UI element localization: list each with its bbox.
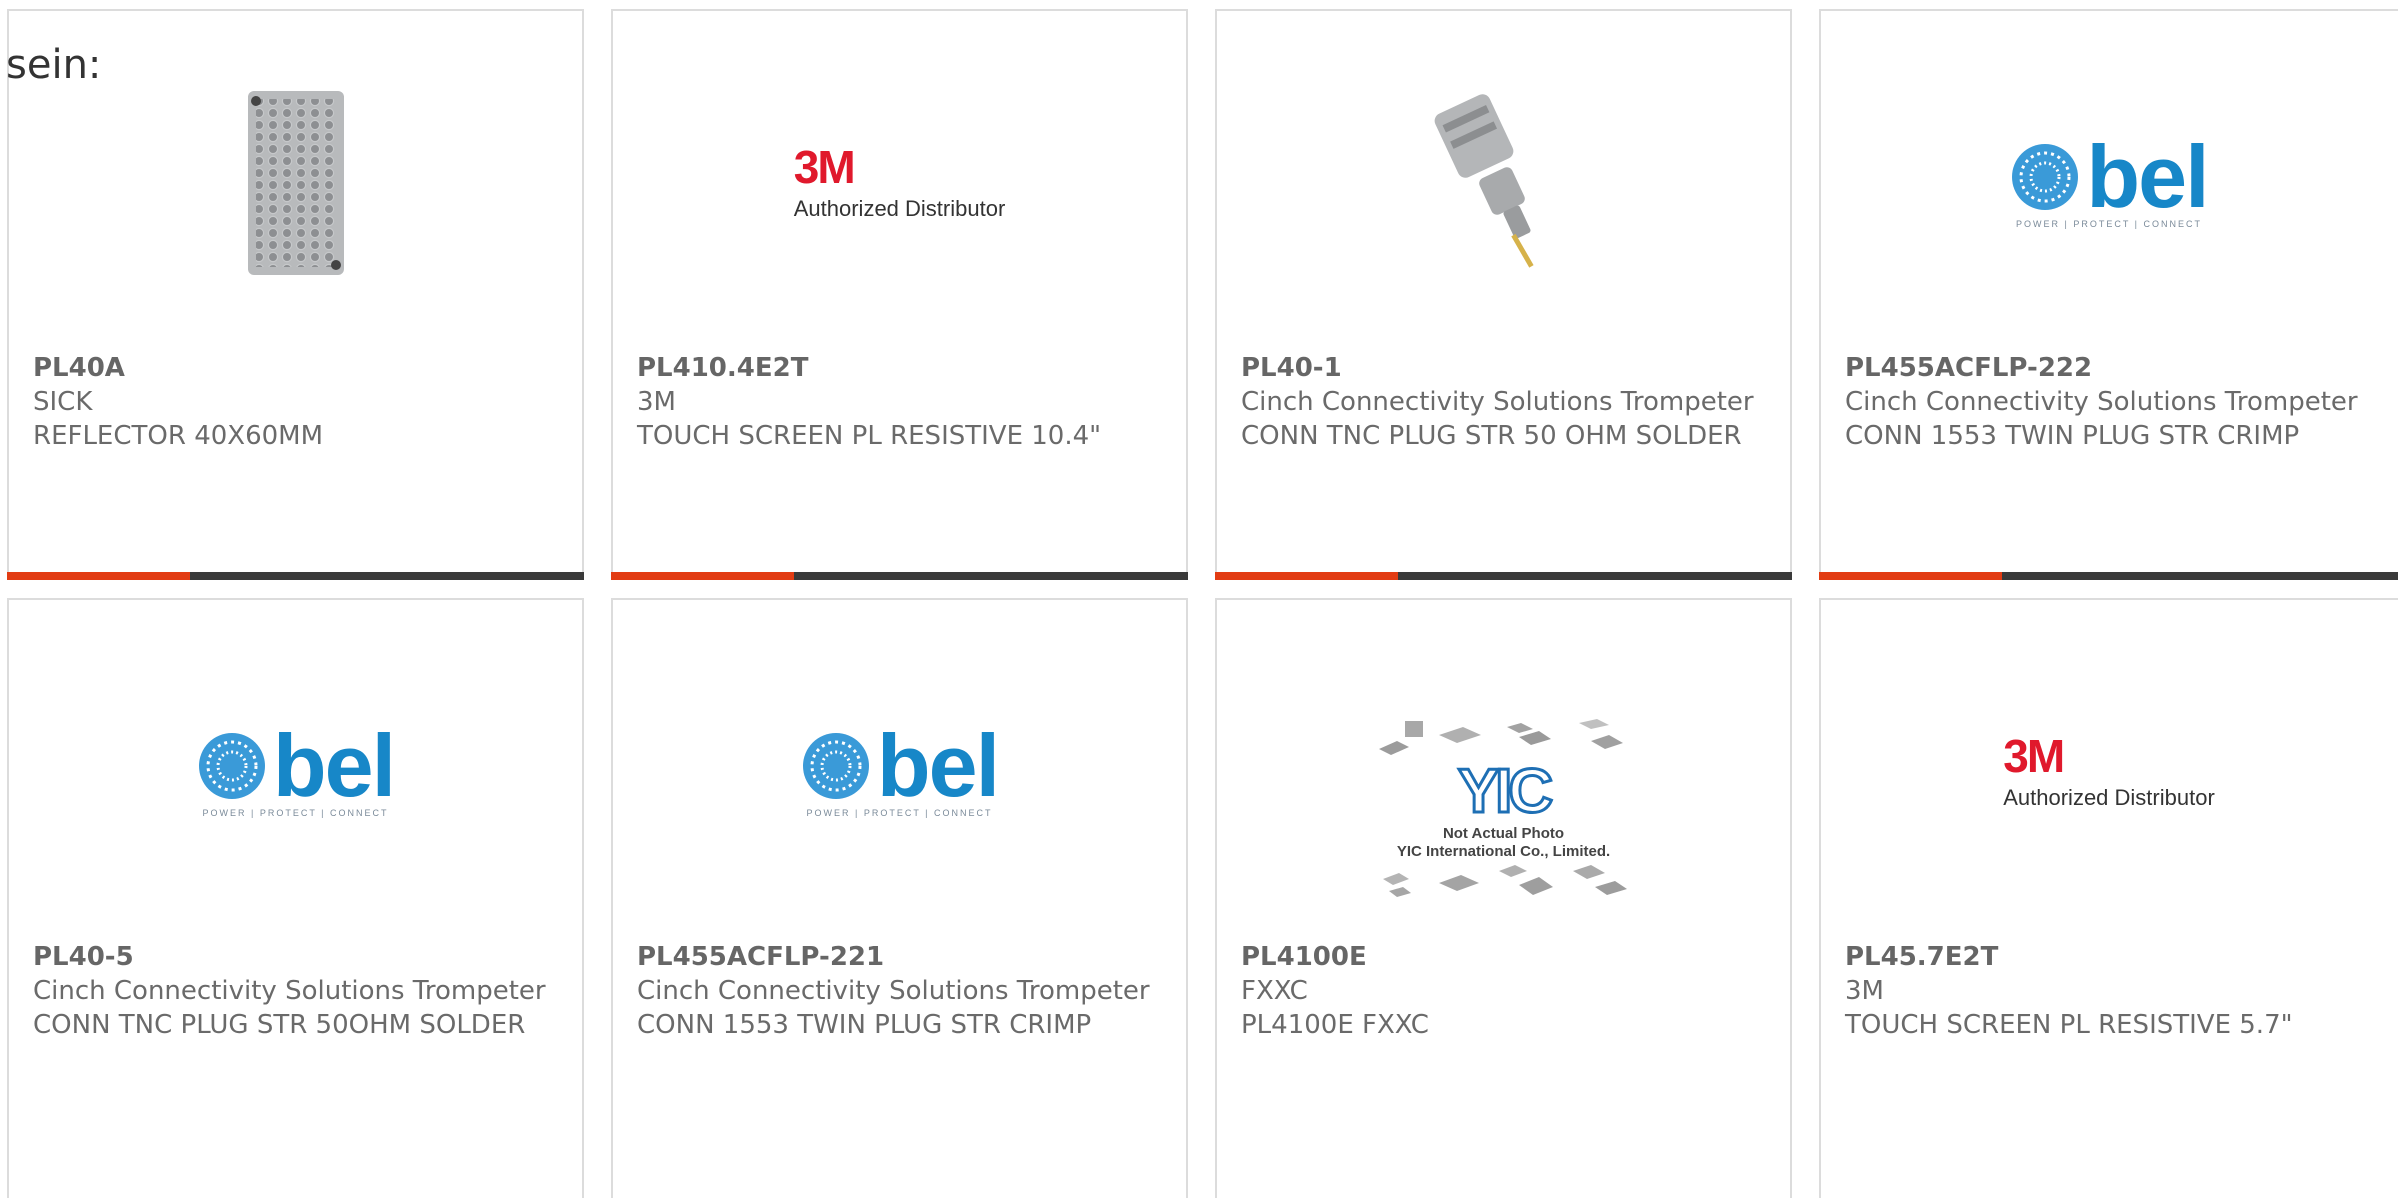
yic-placeholder-image[interactable]: YIC Not Actual Photo YIC International C… xyxy=(1369,690,1639,930)
card-bar-accent xyxy=(1215,572,1398,580)
manufacturer: Cinch Connectivity Solutions Trompeter xyxy=(1845,387,2358,417)
card-bar xyxy=(611,572,1188,580)
part-number[interactable]: PL455ACFLP-222 xyxy=(1845,351,2387,385)
bel-globe-icon xyxy=(2012,144,2079,210)
product-info: PL45.7E2T 3M TOUCH SCREEN PL RESISTIVE 5… xyxy=(1845,940,2387,1042)
bel-logo-tagline: POWER | PROTECT | CONNECT xyxy=(806,808,993,818)
3m-logo-mark: 3M xyxy=(793,141,856,193)
description: CONN TNC PLUG STR 50OHM SOLDER xyxy=(33,1010,526,1040)
manufacturer: 3M xyxy=(637,387,676,417)
product-card[interactable]: PL40-1 Cinch Connectivity Solutions Trom… xyxy=(1215,9,1792,580)
bel-logo: bel POWER | PROTECT | CONNECT xyxy=(801,716,1000,818)
yic-company: YIC International Co., Limited. xyxy=(1396,843,1611,860)
bel-logo-word: bel xyxy=(876,716,1000,815)
reflector-image[interactable] xyxy=(196,83,396,283)
product-grid: PL40A SICK REFLECTOR 40X60MM 3M Authoriz… xyxy=(0,0,2398,1198)
manufacturer: Cinch Connectivity Solutions Trompeter xyxy=(1241,387,1754,417)
part-number[interactable]: PL455ACFLP-221 xyxy=(637,940,1166,974)
3m-logo-subtitle: Authorized Distributor xyxy=(2003,785,2215,810)
product-card[interactable]: bel POWER | PROTECT | CONNECT PL455ACFLP… xyxy=(1819,9,2398,580)
card-bar xyxy=(1215,572,1792,580)
part-number[interactable]: PL410.4E2T xyxy=(637,351,1166,385)
3m-logo-image[interactable]: 3M Authorized Distributor xyxy=(794,83,1006,283)
chip-icons xyxy=(1378,719,1623,755)
intro-text: sein: xyxy=(6,42,102,88)
connector-image[interactable] xyxy=(1404,83,1604,283)
bel-logo-image[interactable]: bel POWER | PROTECT | CONNECT xyxy=(800,672,1000,872)
yic-logo-mark: YIC xyxy=(1456,757,1554,826)
3m-logo-subtitle: Authorized Distributor xyxy=(793,196,1006,221)
part-number[interactable]: PL4100E xyxy=(1241,940,1770,974)
card-bar xyxy=(1819,572,2398,580)
3m-logo: 3M Authorized Distributor xyxy=(2003,733,2215,811)
bel-logo-tagline: POWER | PROTECT | CONNECT xyxy=(202,808,389,818)
manufacturer: 3M xyxy=(1845,976,1884,1006)
description: CONN 1553 TWIN PLUG STR CRIMP xyxy=(637,1010,1092,1040)
card-bar-accent xyxy=(7,572,190,580)
product-info: PL40A SICK REFLECTOR 40X60MM xyxy=(33,351,562,453)
description: TOUCH SCREEN PL RESISTIVE 5.7" xyxy=(1845,1010,2293,1040)
description: CONN 1553 TWIN PLUG STR CRIMP xyxy=(1845,421,2300,451)
bel-logo: bel POWER | PROTECT | CONNECT xyxy=(197,716,396,818)
3m-logo: 3M Authorized Distributor xyxy=(794,144,1006,222)
product-card[interactable]: bel POWER | PROTECT | CONNECT PL455ACFLP… xyxy=(611,598,1188,1198)
part-number[interactable]: PL45.7E2T xyxy=(1845,940,2387,974)
bel-logo-tagline: POWER | PROTECT | CONNECT xyxy=(2015,219,2202,229)
product-info: PL455ACFLP-221 Cinch Connectivity Soluti… xyxy=(637,940,1166,1042)
product-card[interactable]: PL40A SICK REFLECTOR 40X60MM xyxy=(7,9,584,580)
bel-logo-word: bel xyxy=(2086,127,2209,226)
part-number[interactable]: PL40-1 xyxy=(1241,351,1770,385)
yic-note: Not Actual Photo xyxy=(1442,825,1565,842)
3m-logo-mark: 3M xyxy=(2003,730,2065,782)
card-bar-accent xyxy=(611,572,794,580)
bel-logo-image[interactable]: bel POWER | PROTECT | CONNECT xyxy=(2009,83,2210,283)
yic-logo: YIC Not Actual Photo YIC International C… xyxy=(1369,715,1639,905)
product-info: PL410.4E2T 3M TOUCH SCREEN PL RESISTIVE … xyxy=(637,351,1166,453)
3m-logo-image[interactable]: 3M Authorized Distributor xyxy=(2003,672,2215,872)
manufacturer: Cinch Connectivity Solutions Trompeter xyxy=(33,976,546,1006)
product-info: PL40-1 Cinch Connectivity Solutions Trom… xyxy=(1241,351,1770,453)
part-number[interactable]: PL40-5 xyxy=(33,940,562,974)
manufacturer: SICK xyxy=(33,387,93,417)
manufacturer: FXXC xyxy=(1241,976,1308,1006)
bel-globe-icon xyxy=(802,733,869,799)
card-bar-accent xyxy=(1819,572,2002,580)
product-info: PL40-5 Cinch Connectivity Solutions Trom… xyxy=(33,940,562,1042)
card-bar xyxy=(7,572,584,580)
bel-globe-icon xyxy=(198,733,265,799)
bel-logo-image[interactable]: bel POWER | PROTECT | CONNECT xyxy=(196,672,396,872)
description: REFLECTOR 40X60MM xyxy=(33,421,324,451)
product-card[interactable]: bel POWER | PROTECT | CONNECT PL40-5 Cin… xyxy=(7,598,584,1198)
product-info: PL4100E FXXC PL4100E FXXC xyxy=(1241,940,1770,1042)
bel-logo: bel POWER | PROTECT | CONNECT xyxy=(2010,127,2210,229)
part-number[interactable]: PL40A xyxy=(33,351,562,385)
bel-logo-word: bel xyxy=(272,716,396,815)
description: PL4100E FXXC xyxy=(1241,1010,1429,1040)
product-card[interactable]: 3M Authorized Distributor PL45.7E2T 3M T… xyxy=(1819,598,2398,1198)
description: CONN TNC PLUG STR 50 OHM SOLDER xyxy=(1241,421,1742,451)
chip-icons xyxy=(1382,865,1627,897)
product-card[interactable]: 3M Authorized Distributor PL410.4E2T 3M … xyxy=(611,9,1188,580)
manufacturer: Cinch Connectivity Solutions Trompeter xyxy=(637,976,1150,1006)
description: TOUCH SCREEN PL RESISTIVE 10.4" xyxy=(637,421,1102,451)
product-info: PL455ACFLP-222 Cinch Connectivity Soluti… xyxy=(1845,351,2387,453)
product-card[interactable]: YIC Not Actual Photo YIC International C… xyxy=(1215,598,1792,1198)
